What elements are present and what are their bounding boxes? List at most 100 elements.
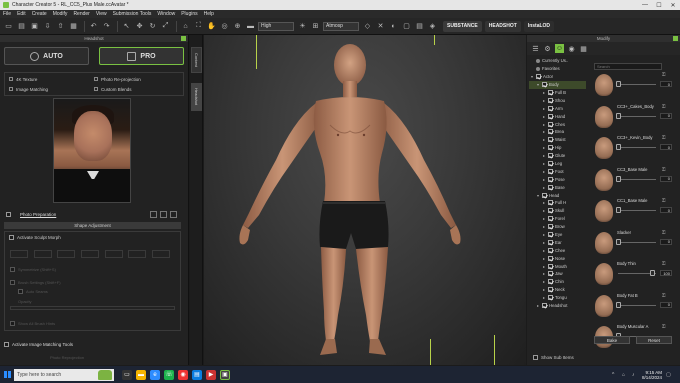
lock-icon[interactable]: ⚿ <box>662 135 665 140</box>
tree-item[interactable]: ▸ Arm <box>529 104 586 112</box>
task-view-icon[interactable]: ▭ <box>122 369 132 380</box>
morph-slider-track[interactable] <box>618 115 656 117</box>
avatar-model[interactable] <box>204 35 526 365</box>
tree-item[interactable]: ▸ Pose <box>529 175 586 183</box>
panel-pin-icon[interactable] <box>673 36 678 41</box>
tab-headshot[interactable]: Headshot <box>191 83 202 111</box>
morph-value-field[interactable]: 100 <box>660 270 672 276</box>
tree-item[interactable]: ▸ Nose <box>529 254 586 262</box>
tree-checkbox[interactable] <box>548 97 553 103</box>
transform-icon[interactable]: ⚙ <box>543 44 552 53</box>
tree-item[interactable]: ▸ Ches <box>529 120 586 128</box>
activate-sculpt-checkbox[interactable] <box>9 235 14 240</box>
crop-photo-icon[interactable] <box>160 210 167 218</box>
lock-icon[interactable]: ⚿ <box>662 261 665 266</box>
select-icon[interactable]: ↖ <box>121 21 132 32</box>
export-icon[interactable]: ⇧ <box>55 21 66 32</box>
tree-item[interactable]: ▸ Headshot <box>529 302 586 310</box>
brush-button[interactable] <box>10 250 28 258</box>
tree-item[interactable]: ▸ Chee <box>529 246 586 254</box>
option-image-matching[interactable]: Image Matching <box>9 85 94 93</box>
tree-item[interactable]: ▸ Shou <box>529 96 586 104</box>
morph-slider-track[interactable] <box>618 210 656 211</box>
menu-edit[interactable]: Edit <box>17 11 26 17</box>
tree-item[interactable]: ▸ Full H <box>529 199 586 207</box>
tree-checkbox[interactable] <box>548 90 553 95</box>
attributes-icon[interactable]: ☰ <box>531 44 540 53</box>
menu-view[interactable]: View <box>96 11 107 17</box>
symmetrize-row[interactable]: Symmetrize (Shift+S) <box>10 266 56 272</box>
undo-icon[interactable]: ↶ <box>88 21 99 32</box>
maximize-button[interactable]: ☐ <box>652 0 666 10</box>
morph-slider-handle[interactable] <box>650 270 655 276</box>
tree-item[interactable]: Currently Us.. <box>529 57 586 65</box>
menu-help[interactable]: Help <box>204 11 214 17</box>
morph-slider-handle[interactable] <box>616 81 621 87</box>
grid-toggle-icon[interactable]: ⊞ <box>310 21 321 32</box>
opacity-slider[interactable] <box>10 306 175 310</box>
material-icon[interactable]: ◉ <box>567 44 576 53</box>
tree-item[interactable]: ▸ Jaw <box>529 270 586 278</box>
import-icon[interactable]: ⇩ <box>42 21 53 32</box>
tree-checkbox[interactable] <box>542 82 547 88</box>
tree-checkbox[interactable] <box>548 145 553 151</box>
store-icon[interactable]: ▤ <box>192 369 202 380</box>
tree-checkbox[interactable] <box>548 208 553 214</box>
photo-prep-checkbox[interactable] <box>6 211 11 217</box>
lock-icon[interactable]: ⚿ <box>662 104 665 109</box>
activate-sculpt-row[interactable]: Activate Sculpt Morph <box>5 232 180 243</box>
tree-checkbox[interactable] <box>548 216 553 222</box>
symmetrize-checkbox[interactable] <box>10 266 15 272</box>
edge-icon[interactable]: e <box>150 369 160 380</box>
tab-content[interactable]: Content <box>191 47 202 73</box>
panel-pin-icon[interactable] <box>181 36 186 41</box>
app-red-icon[interactable]: ▶ <box>206 369 216 380</box>
tree-checkbox[interactable] <box>548 113 553 119</box>
tree-item[interactable]: ▸ Mouth <box>529 262 586 270</box>
brush-button[interactable] <box>104 250 123 258</box>
home-camera-icon[interactable]: ⌂ <box>180 21 191 32</box>
brush-button[interactable] <box>80 250 99 258</box>
texture-settings-icon[interactable]: ▦ <box>579 44 588 53</box>
menu-modify[interactable]: Modify <box>53 11 68 17</box>
tree-checkbox[interactable] <box>548 184 553 190</box>
wireframe-icon[interactable]: ◇ <box>362 21 373 32</box>
new-file-icon[interactable]: ▭ <box>3 21 14 32</box>
tree-checkbox[interactable] <box>548 137 553 143</box>
bake-button[interactable]: Bake <box>594 336 630 344</box>
morph-value-field[interactable]: 0 <box>660 207 672 213</box>
tree-item[interactable]: ▸ Glute <box>529 152 586 160</box>
bone-icon[interactable]: ✕ <box>375 21 386 32</box>
brush-settings-checkbox[interactable] <box>10 279 15 285</box>
source-photo[interactable] <box>53 98 131 203</box>
morph-slider-track[interactable] <box>618 147 656 148</box>
pro-mode-button[interactable]: PRO <box>99 47 184 65</box>
tree-item[interactable]: ▸ Brow <box>529 223 586 231</box>
tree-checkbox[interactable] <box>548 271 553 277</box>
tree-checkbox[interactable] <box>548 121 553 127</box>
brush-button[interactable] <box>151 250 170 258</box>
morph-slider-track[interactable] <box>618 178 656 180</box>
morph-slider-handle[interactable] <box>616 175 621 182</box>
morph-slider-handle[interactable] <box>616 238 621 245</box>
tree-item[interactable]: ▾ Body <box>529 80 586 89</box>
shape-adjustment-header[interactable]: Shape Adjustment <box>4 222 181 229</box>
tree-checkbox[interactable] <box>548 105 553 111</box>
fit-view-icon[interactable]: ⛶ <box>193 21 204 32</box>
morph-slider-track[interactable] <box>618 304 656 306</box>
photo-preparation-link[interactable]: Photo Preparation <box>20 212 56 217</box>
tree-item[interactable]: ▸ Foot <box>529 167 586 175</box>
activate-image-matching-row[interactable]: Activate Image Matching Tools <box>4 342 73 347</box>
lock-icon[interactable]: ⚿ <box>662 167 665 172</box>
morph-value-field[interactable]: 0 <box>660 144 672 150</box>
minimize-button[interactable]: — <box>638 0 652 10</box>
headshot-button[interactable]: HEADSHOT <box>484 20 521 32</box>
morph-value-field[interactable]: 0 <box>660 112 672 119</box>
network-icon[interactable]: ⌂ <box>622 372 628 378</box>
menu-render[interactable]: Render <box>73 11 89 17</box>
menu-plugins[interactable]: Plugins <box>181 11 197 17</box>
tree-item[interactable]: ▸ Leg <box>529 160 586 168</box>
render-icon[interactable]: ◐ <box>388 21 399 32</box>
rotate-icon[interactable]: ↻ <box>147 21 158 32</box>
tree-checkbox[interactable] <box>548 255 553 261</box>
